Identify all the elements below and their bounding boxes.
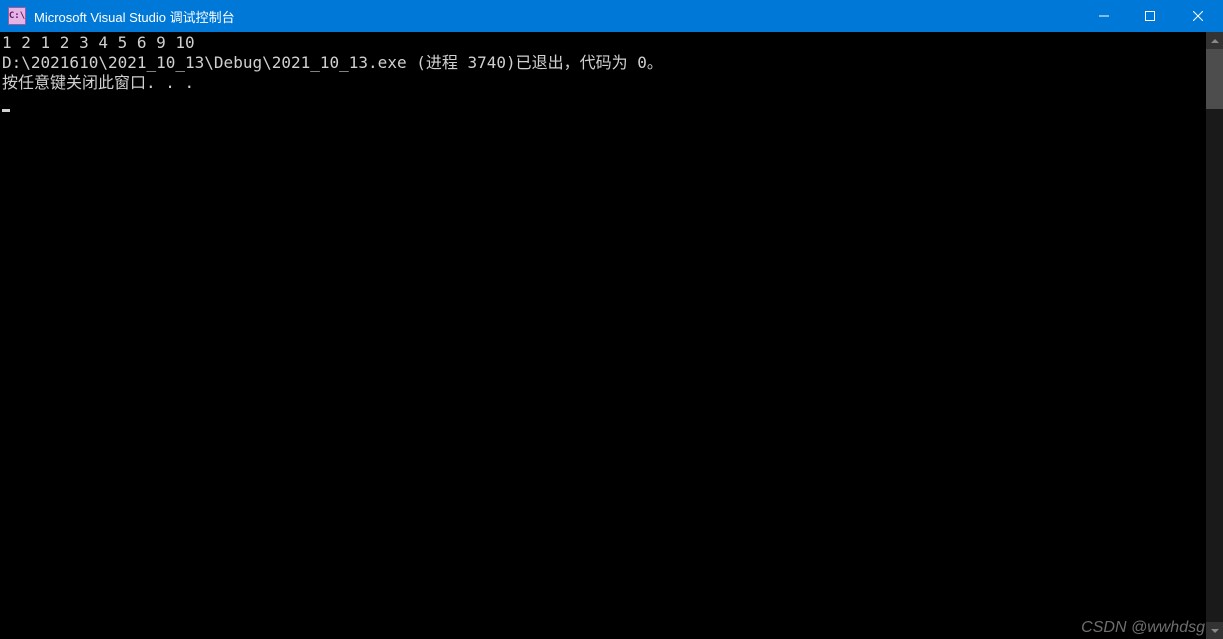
output-line-1: 1 2 1 2 3 4 5 6 9 10: [2, 33, 1204, 53]
chevron-down-icon: [1211, 629, 1219, 633]
console-content[interactable]: 1 2 1 2 3 4 5 6 9 10D:\2021610\2021_10_1…: [0, 32, 1206, 639]
chevron-up-icon: [1211, 39, 1219, 43]
scroll-thumb[interactable]: [1206, 49, 1223, 109]
minimize-button[interactable]: [1081, 0, 1127, 32]
console-window: C:\ Microsoft Visual Studio 调试控制台 1 2 1 …: [0, 0, 1223, 639]
output-line-3: 按任意键关闭此窗口. . .: [2, 73, 1204, 93]
scroll-down-button[interactable]: [1206, 622, 1223, 639]
close-icon: [1193, 11, 1203, 21]
scroll-up-button[interactable]: [1206, 32, 1223, 49]
output-line-2: D:\2021610\2021_10_13\Debug\2021_10_13.e…: [2, 53, 1204, 73]
minimize-icon: [1099, 11, 1109, 21]
maximize-icon: [1145, 11, 1155, 21]
window-controls: [1081, 0, 1223, 32]
scroll-track[interactable]: [1206, 49, 1223, 622]
maximize-button[interactable]: [1127, 0, 1173, 32]
vertical-scrollbar[interactable]: [1206, 32, 1223, 639]
cursor: [2, 109, 10, 112]
watermark: CSDN @wwhdsg: [1081, 619, 1205, 637]
window-title: Microsoft Visual Studio 调试控制台: [34, 7, 1081, 26]
titlebar[interactable]: C:\ Microsoft Visual Studio 调试控制台: [0, 0, 1223, 32]
console-area: 1 2 1 2 3 4 5 6 9 10D:\2021610\2021_10_1…: [0, 32, 1223, 639]
close-button[interactable]: [1173, 0, 1223, 32]
app-icon: C:\: [8, 7, 26, 25]
